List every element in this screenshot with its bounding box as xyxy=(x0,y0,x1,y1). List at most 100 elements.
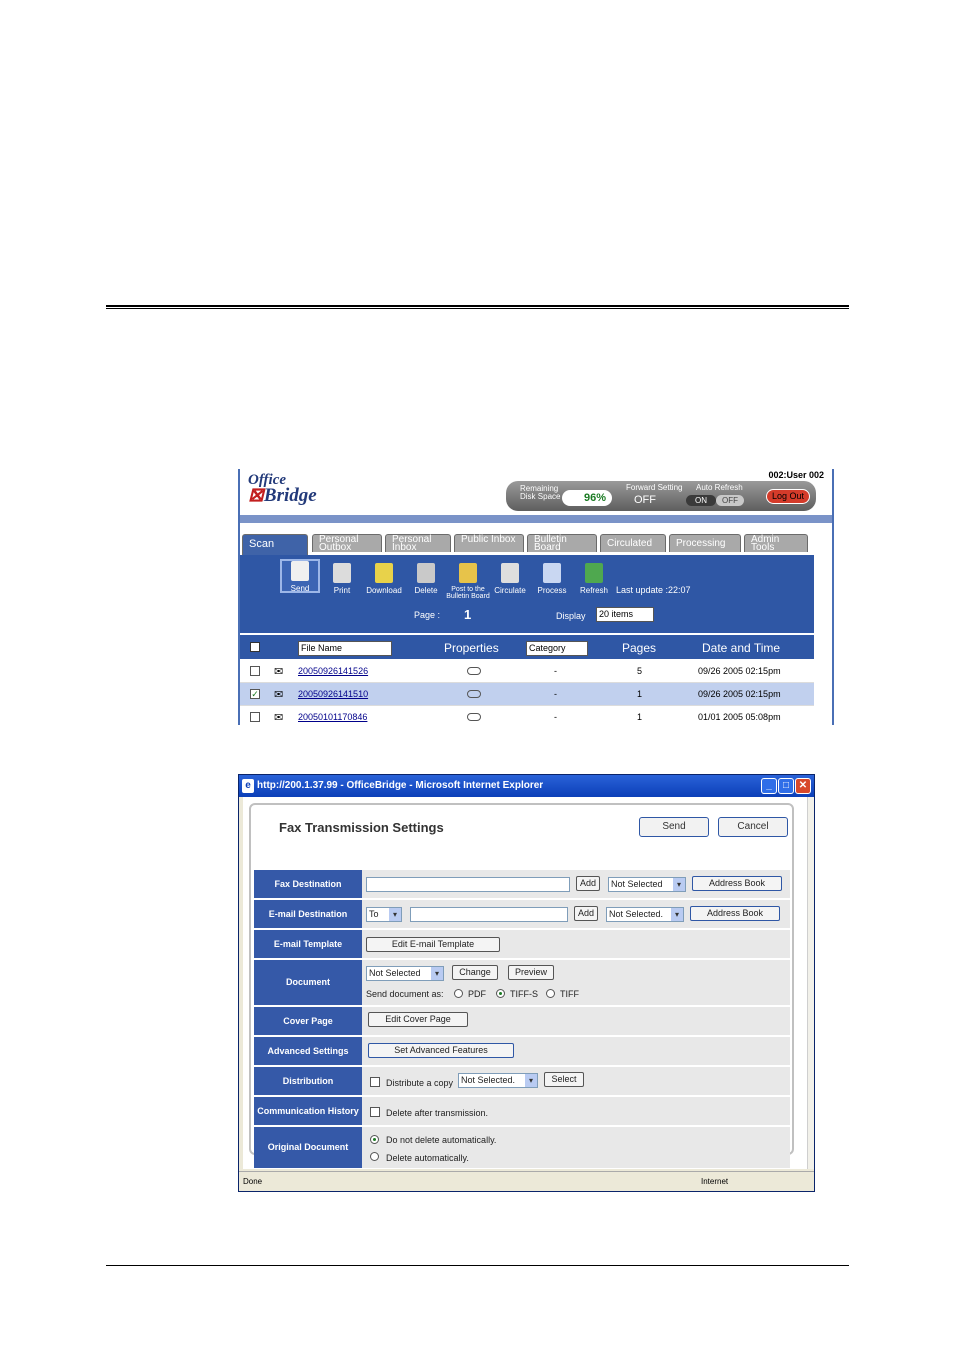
edit-email-template-button[interactable]: Edit E-mail Template xyxy=(366,937,500,952)
file-name-link[interactable]: 20050101170846 xyxy=(298,712,367,722)
remaining-disk-value: 96% xyxy=(562,490,612,506)
auto-refresh-label: Auto Refresh xyxy=(696,483,743,492)
distribute-copy-checkbox[interactable] xyxy=(370,1077,380,1087)
circulate-button[interactable]: Circulate xyxy=(490,563,530,595)
maximize-icon[interactable]: □ xyxy=(778,778,794,794)
row-checkbox[interactable] xyxy=(250,666,260,676)
tiff-s-radio[interactable] xyxy=(496,989,505,998)
tab-personal-inbox[interactable]: Personal Inbox xyxy=(385,534,451,553)
category-select[interactable]: Category xyxy=(526,641,588,656)
file-name-link[interactable]: 20050926141510 xyxy=(298,689,368,699)
post-bulletin-button[interactable]: Post to the Bulletin Board xyxy=(446,563,490,600)
email-address-input[interactable] xyxy=(410,907,568,922)
envelope-icon: ✉ xyxy=(274,689,284,701)
properties-header: Properties xyxy=(444,641,499,655)
ie-icon: e xyxy=(242,779,254,793)
tab-processing[interactable]: Processing xyxy=(669,534,741,552)
email-list-select[interactable]: Not Selected. xyxy=(606,907,684,922)
vertical-scrollbar[interactable] xyxy=(807,797,814,1169)
tab-personal-outbox[interactable]: Personal Outbox xyxy=(312,534,382,553)
tab-bar: Scan Personal Outbox Personal Inbox Publ… xyxy=(240,523,832,555)
pdf-radio[interactable] xyxy=(454,989,463,998)
properties-icon[interactable] xyxy=(467,667,481,675)
display-label: Display xyxy=(556,611,586,621)
tiff-label: TIFF xyxy=(560,989,579,999)
header-band xyxy=(240,515,832,523)
page-number: 1 xyxy=(464,607,472,622)
email-add-button[interactable]: Add xyxy=(574,906,598,921)
download-button[interactable]: Download xyxy=(364,563,404,595)
select-all-checkbox[interactable] xyxy=(250,642,260,652)
send-icon xyxy=(291,561,309,581)
email-destination-row: E-mail Destination To Add Not Selected. … xyxy=(254,900,790,929)
print-button[interactable]: Print xyxy=(322,563,362,595)
file-name-select[interactable]: File Name xyxy=(298,641,392,656)
category-cell: - xyxy=(554,666,557,676)
tiff-s-label: TIFF-S xyxy=(510,989,538,999)
properties-icon[interactable] xyxy=(467,713,481,721)
email-address-book-button[interactable]: Address Book xyxy=(690,906,780,921)
close-icon[interactable]: ✕ xyxy=(795,778,811,794)
row-checkbox[interactable] xyxy=(250,712,260,722)
distribution-select[interactable]: Not Selected. xyxy=(458,1073,538,1088)
row-checkbox[interactable]: ✓ xyxy=(250,689,260,699)
original-document-row: Original Document Do not delete automati… xyxy=(254,1127,790,1169)
page-label: Page : xyxy=(414,610,441,620)
logout-button[interactable]: Log Out xyxy=(766,489,810,504)
header-bar: Office ⊠Bridge 002:User 002 Remaining Di… xyxy=(240,469,832,515)
envelope-icon: ✉ xyxy=(274,712,284,724)
document-select[interactable]: Not Selected xyxy=(366,966,444,981)
table-row[interactable]: ✉ 20050101170846 - 1 01/01 2005 05:08pm xyxy=(240,706,814,725)
delete-after-checkbox[interactable] xyxy=(370,1107,380,1117)
category-cell: - xyxy=(554,712,557,722)
pages-cell: 1 xyxy=(637,689,643,699)
change-button[interactable]: Change xyxy=(452,965,498,980)
delete-button[interactable]: Delete xyxy=(406,563,446,595)
communication-history-row: Communication History Delete after trans… xyxy=(254,1097,790,1126)
tab-scan[interactable]: Scan xyxy=(242,534,308,555)
delete-auto-label: Delete automatically. xyxy=(386,1153,469,1163)
cancel-button[interactable]: Cancel xyxy=(718,817,788,837)
display-select[interactable]: 20 items xyxy=(596,607,654,622)
refresh-icon xyxy=(585,563,603,583)
window-title-bar: e http://200.1.37.99 - OfficeBridge - Mi… xyxy=(239,775,814,797)
tab-public-inbox[interactable]: Public Inbox xyxy=(454,534,524,552)
send-button[interactable]: Send xyxy=(280,559,320,593)
preview-button[interactable]: Preview xyxy=(508,965,554,980)
delete-auto-radio[interactable] xyxy=(370,1152,379,1161)
file-name-link[interactable]: 20050926141526 xyxy=(298,666,368,676)
fax-number-input[interactable] xyxy=(366,877,570,892)
send-button[interactable]: Send xyxy=(639,817,709,837)
minimize-icon[interactable]: _ xyxy=(761,778,777,794)
fax-address-book-button[interactable]: Address Book xyxy=(692,876,782,891)
fax-list-select[interactable]: Not Selected xyxy=(608,877,686,892)
document-row: Document Not Selected Change Preview Sen… xyxy=(254,960,790,1006)
table-row[interactable]: ✓ ✉ 20050926141510 - 1 09/26 2005 02:15p… xyxy=(240,683,814,706)
list-header: File Name Properties Category Pages Date… xyxy=(240,635,814,659)
datetime-header: Date and Time xyxy=(702,641,781,655)
do-not-delete-radio[interactable] xyxy=(370,1135,379,1144)
forward-setting-label: Forward Setting xyxy=(626,483,683,492)
set-advanced-features-button[interactable]: Set Advanced Features xyxy=(368,1043,514,1058)
properties-icon[interactable] xyxy=(467,690,481,698)
process-button[interactable]: Process xyxy=(532,563,572,595)
table-row[interactable]: ✉ 20050926141526 - 5 09/26 2005 02:15pm xyxy=(240,660,814,683)
fax-add-button[interactable]: Add xyxy=(576,876,600,891)
cover-page-row: Cover Page Edit Cover Page xyxy=(254,1007,790,1036)
send-as-label: Send document as: xyxy=(366,989,444,999)
auto-refresh-on-toggle[interactable]: ON xyxy=(686,495,716,506)
tab-bulletin-board[interactable]: Bulletin Board xyxy=(527,534,597,553)
tab-circulated[interactable]: Circulated xyxy=(600,534,666,552)
auto-refresh-off-toggle[interactable]: OFF xyxy=(716,495,744,506)
tab-admin-tools[interactable]: Admin Tools xyxy=(744,534,808,553)
hourglass-icon xyxy=(543,563,561,583)
tiff-radio[interactable] xyxy=(546,989,555,998)
last-update: Last update :22:07 xyxy=(616,585,691,595)
email-to-select[interactable]: To xyxy=(366,907,402,922)
forward-setting-value[interactable]: OFF xyxy=(634,494,656,506)
refresh-button[interactable]: Refresh xyxy=(574,563,614,595)
edit-cover-page-button[interactable]: Edit Cover Page xyxy=(368,1012,468,1027)
status-zone: Internet xyxy=(701,1177,729,1186)
select-button[interactable]: Select xyxy=(544,1072,584,1087)
browser-status-bar: Done Internet xyxy=(239,1171,814,1191)
